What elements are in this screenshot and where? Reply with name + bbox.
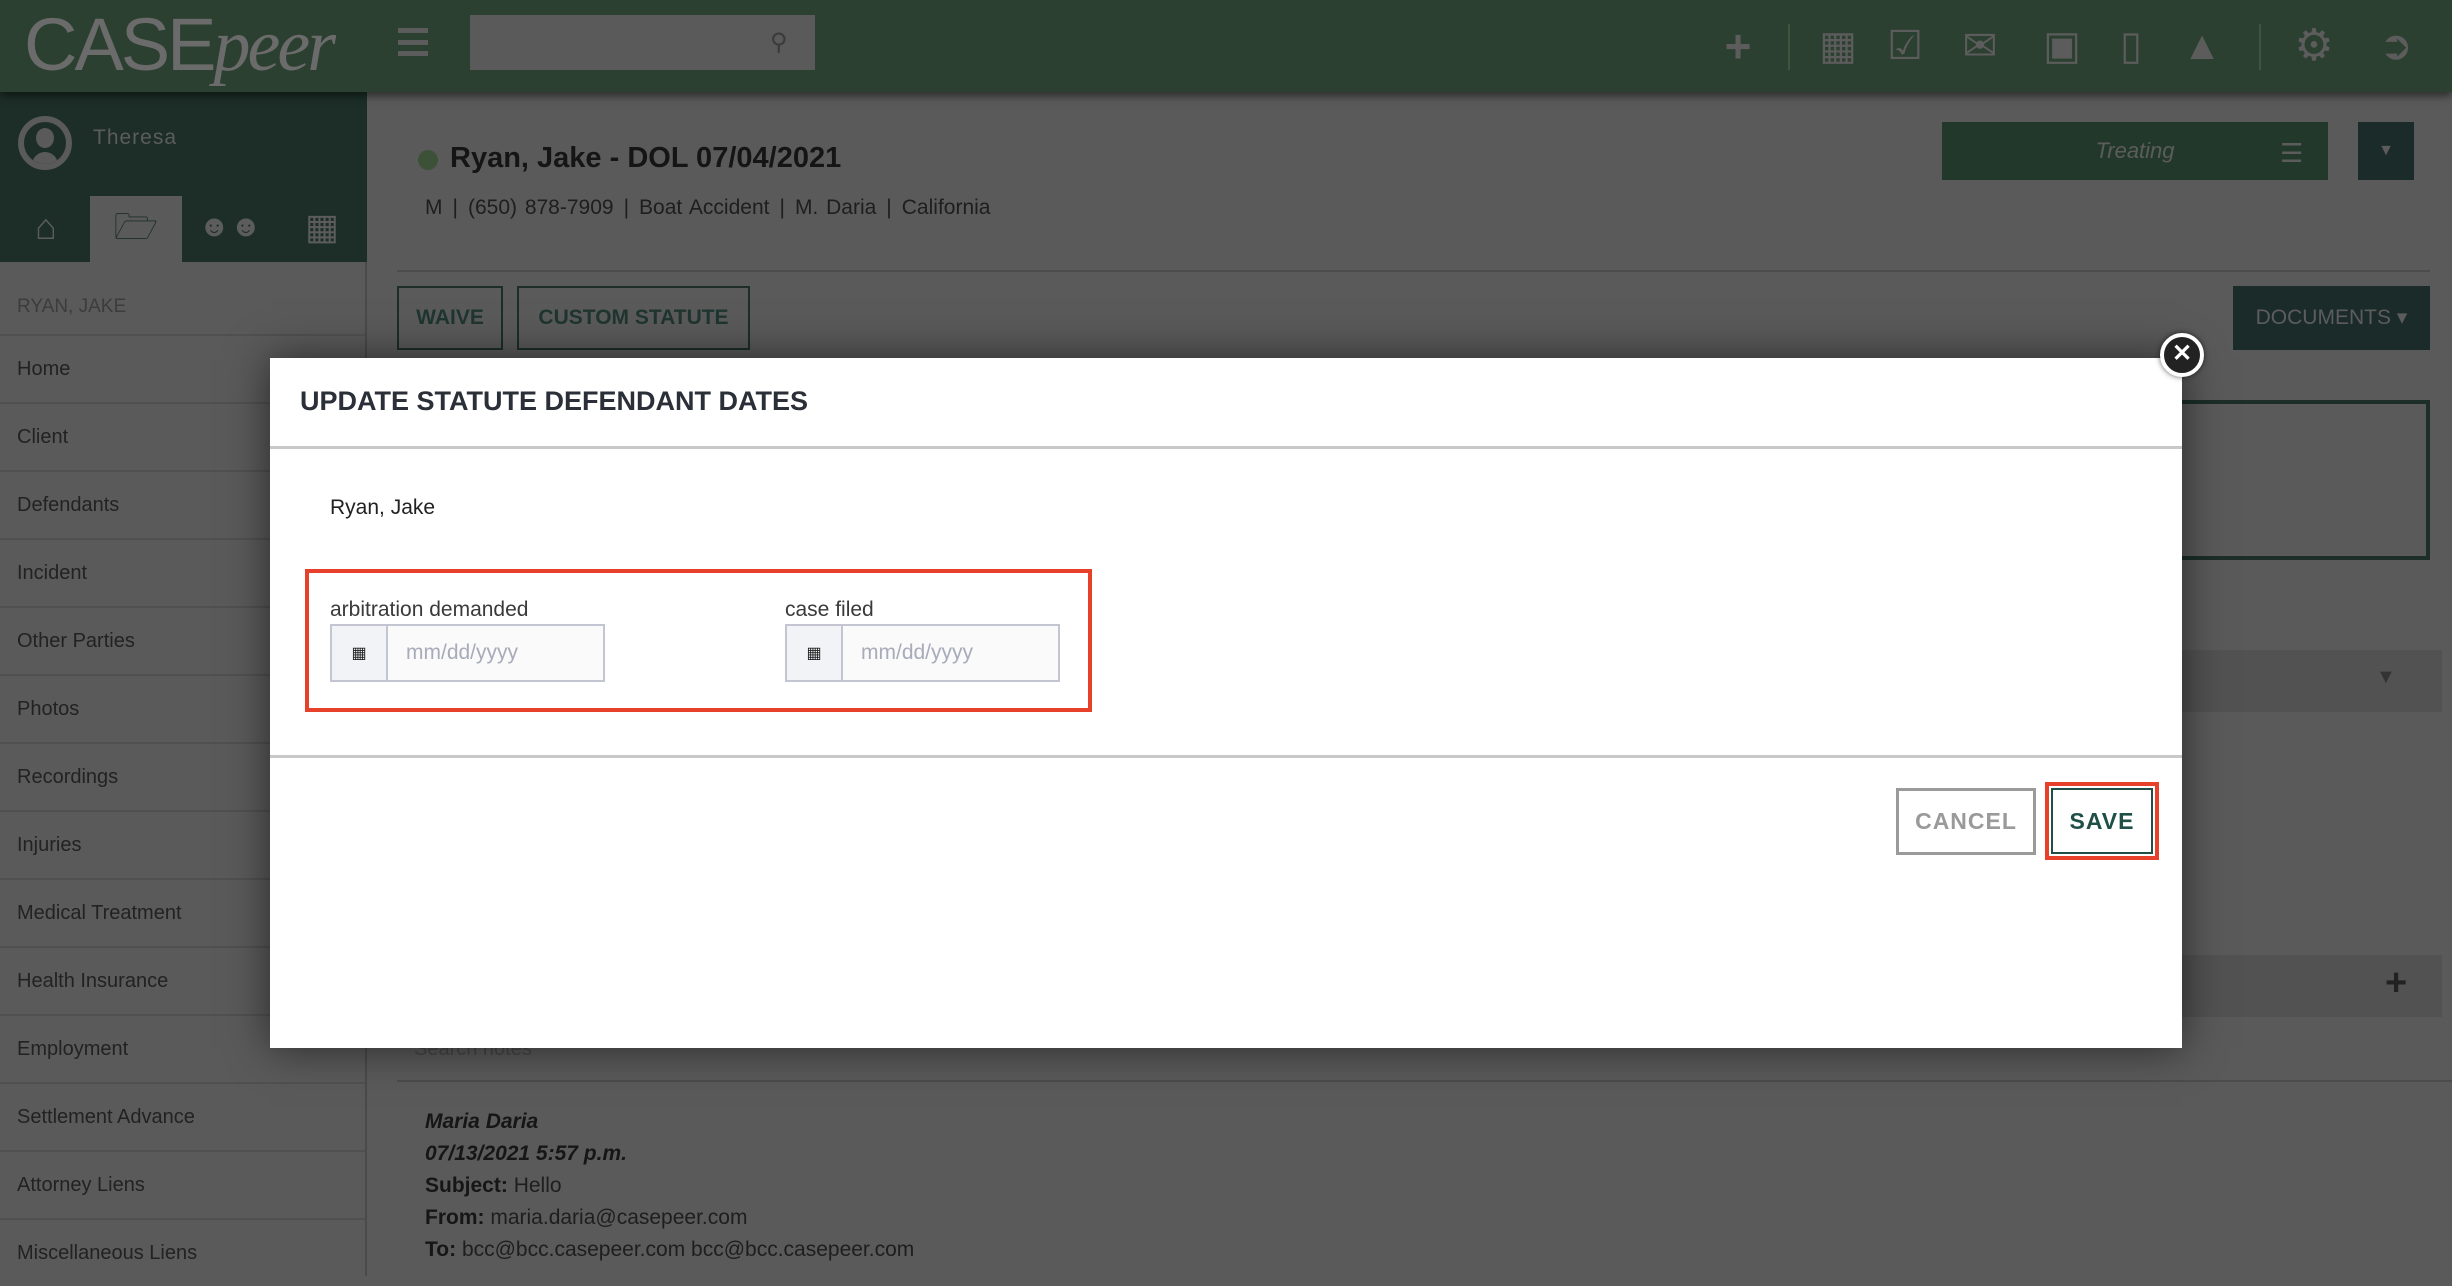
plus-icon[interactable]: +	[2385, 962, 2407, 1005]
mail-icon[interactable]: ✉	[1952, 20, 2008, 72]
divider	[397, 1080, 2452, 1082]
divider	[270, 755, 2182, 758]
top-header: CASEpeer ⚲ + ▦ ☑ ✉ ▣ ▯ ▲ ⚙ ➲	[0, 0, 2452, 92]
logout-icon[interactable]: ➲	[2368, 20, 2424, 72]
collapsible-section[interactable]	[2140, 650, 2442, 712]
inbox-icon[interactable]: ▣	[2034, 20, 2090, 72]
check-square-icon[interactable]: ☑	[1877, 20, 1933, 72]
note-datetime: 07/13/2021 5:57 p.m.	[425, 1142, 627, 1165]
divider	[397, 270, 2430, 272]
from-label: From:	[425, 1206, 485, 1229]
note-author: Maria Daria	[425, 1110, 539, 1133]
users-icon[interactable]: ☻☻	[184, 196, 276, 262]
status-button[interactable]: Treating	[1942, 122, 2328, 180]
divider	[1788, 24, 1790, 70]
search-icon[interactable]: ⚲	[770, 28, 788, 57]
to-label: To:	[425, 1238, 457, 1261]
user-avatar-icon[interactable]	[18, 116, 72, 170]
list-icon[interactable]: ☰	[2280, 138, 2303, 169]
statute-panel	[2140, 400, 2430, 560]
attorney: M. Daria	[794, 196, 877, 219]
status-dropdown-button[interactable]: ▼	[2358, 122, 2414, 180]
user-name[interactable]: Theresa	[93, 126, 177, 150]
phone-icon[interactable]: ▯	[2103, 20, 2159, 72]
update-statute-modal: UPDATE STATUTE DEFENDANT DATES Ryan, Jak…	[270, 358, 2182, 1048]
arbitration-demanded-input[interactable]	[388, 626, 603, 680]
arbitration-demanded-label: arbitration demanded	[330, 598, 529, 621]
subject-label: Subject:	[425, 1174, 508, 1197]
casepeer-logo[interactable]: CASEpeer	[24, 2, 336, 89]
hamburger-menu-icon[interactable]	[398, 28, 428, 56]
note-to: bcc@bcc.casepeer.com bcc@bcc.casepeer.co…	[461, 1238, 915, 1261]
divider	[270, 446, 2182, 449]
sidebar-item-settlement-advance[interactable]: Settlement Advance	[0, 1082, 365, 1150]
sidebar-item-attorney-liens[interactable]: Attorney Liens	[0, 1150, 365, 1218]
case-type: Boat Accident	[639, 196, 770, 219]
case-name-label: RYAN, JAKE	[17, 296, 127, 317]
arbitration-demanded-field[interactable]: ▦	[330, 624, 605, 682]
state: California	[901, 196, 991, 219]
waive-button[interactable]: WAIVE	[397, 286, 503, 350]
bell-icon[interactable]: ▲	[2174, 20, 2230, 72]
note-from: maria.daria@casepeer.com	[490, 1206, 748, 1229]
divider	[2259, 24, 2261, 70]
home-icon[interactable]: ⌂	[0, 196, 92, 262]
custom-statute-button[interactable]: CUSTOM STATUTE	[517, 286, 750, 350]
plus-icon[interactable]: +	[1710, 20, 1766, 72]
case-filed-label: case filed	[785, 598, 874, 621]
defendant-name: Ryan, Jake	[330, 496, 436, 519]
calendar-icon[interactable]: ▦	[332, 626, 388, 680]
modal-title: UPDATE STATUTE DEFENDANT DATES	[300, 386, 808, 416]
case-title: Ryan, Jake - DOL 07/04/2021	[450, 142, 842, 174]
case-filed-input[interactable]	[843, 626, 1058, 680]
save-button[interactable]: SAVE	[2051, 788, 2153, 854]
documents-dropdown-button[interactable]: DOCUMENTS ▾	[2233, 286, 2430, 350]
search-input[interactable]	[470, 15, 815, 70]
close-icon[interactable]: ✕	[2160, 333, 2204, 377]
note-subject: Hello	[513, 1174, 562, 1197]
calendar-icon[interactable]: ▦	[787, 626, 843, 680]
gear-icon[interactable]: ⚙	[2286, 20, 2342, 72]
gender: M	[425, 196, 443, 219]
folder-open-icon[interactable]: 🗁	[90, 196, 182, 262]
calendar-icon[interactable]: ▦	[276, 196, 368, 262]
phone[interactable]: (650) 878-7909	[468, 196, 614, 219]
case-info: M | (650) 878-7909 | Boat Accident | M. Daria |…	[425, 196, 991, 219]
caret-down-icon[interactable]: ▼	[2376, 666, 2396, 689]
cancel-button[interactable]: CANCEL	[1896, 788, 2036, 855]
status-dot	[418, 150, 438, 170]
case-filed-field[interactable]: ▦	[785, 624, 1060, 682]
calendar-icon[interactable]: ▦	[1810, 20, 1866, 72]
